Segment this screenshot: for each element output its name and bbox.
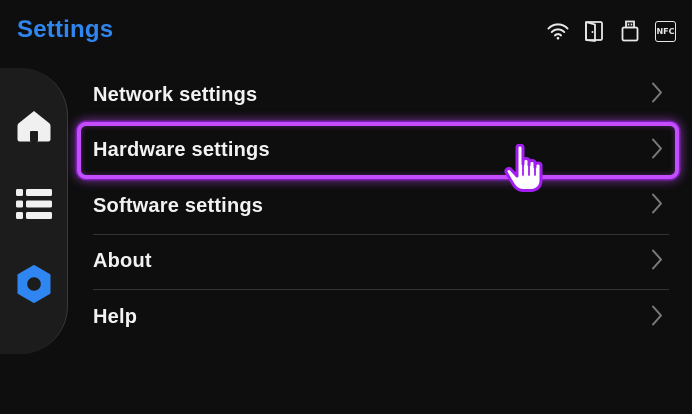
menu-item-about[interactable]: About	[93, 235, 669, 290]
door-icon	[583, 20, 605, 42]
menu-item-label: Software settings	[93, 194, 264, 217]
chevron-right-icon	[651, 137, 663, 164]
menu-item-label: Network settings	[93, 83, 258, 106]
list-icon	[15, 187, 53, 226]
menu-item-help[interactable]: Help	[93, 290, 669, 346]
usb-icon	[619, 20, 641, 42]
nav-settings-button[interactable]	[14, 264, 54, 309]
settings-menu: Network settings Hardware settings Softw…	[93, 68, 669, 346]
nav-home-button[interactable]	[14, 108, 54, 148]
menu-item-network-settings[interactable]: Network settings	[93, 68, 669, 124]
chevron-right-icon	[651, 82, 663, 109]
status-bar: NFC	[547, 20, 676, 42]
menu-item-label: Help	[93, 306, 138, 329]
menu-item-software-settings[interactable]: Software settings	[93, 179, 669, 235]
chevron-right-icon	[651, 304, 663, 331]
settings-gear-icon	[15, 264, 53, 309]
page-title: Settings	[17, 16, 114, 43]
nav-list-button[interactable]	[14, 186, 54, 226]
nfc-icon: NFC	[655, 20, 676, 42]
menu-item-label: About	[93, 250, 152, 273]
chevron-right-icon	[651, 248, 663, 275]
menu-item-hardware-settings[interactable]: Hardware settings	[93, 124, 669, 179]
chevron-right-icon	[651, 193, 663, 220]
wifi-icon	[547, 20, 569, 42]
menu-item-label: Hardware settings	[93, 139, 270, 162]
home-icon	[16, 109, 52, 148]
